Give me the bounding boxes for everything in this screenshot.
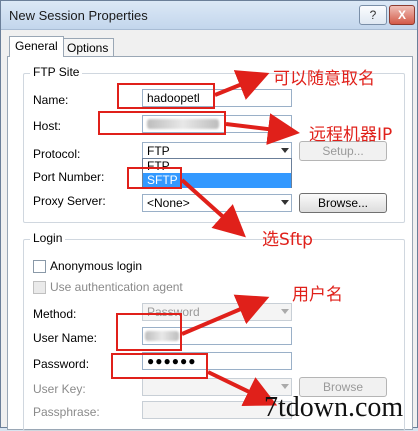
password-label: Password: — [33, 357, 90, 371]
chevron-down-icon — [281, 148, 289, 153]
name-label: Name: — [33, 93, 69, 107]
tab-general[interactable]: General — [9, 36, 64, 57]
protocol-select-value: FTP — [147, 144, 170, 158]
passphrase-label: Passphrase: — [33, 405, 100, 419]
sftp-highlight-box — [127, 167, 182, 189]
chevron-down-icon — [281, 384, 289, 389]
anonymous-label: Anonymous login — [50, 259, 143, 273]
window-title: New Session Properties — [9, 8, 148, 23]
use-agent-label: Use authentication agent — [50, 280, 183, 294]
protocol-note: 选Sftp — [262, 230, 313, 250]
ftp-site-legend: FTP Site — [30, 65, 83, 79]
host-highlight-box — [98, 111, 226, 135]
name-note: 可以随意取名 — [273, 69, 375, 89]
method-label: Method: — [33, 307, 77, 321]
chevron-down-icon — [281, 200, 289, 205]
password-highlight-box — [111, 353, 208, 379]
name-highlight-box — [117, 83, 215, 109]
anonymous-checkbox[interactable] — [33, 260, 46, 273]
login-legend: Login — [30, 231, 66, 245]
title-bar: New Session Properties ? X — [1, 1, 417, 30]
use-agent-checkbox[interactable] — [33, 281, 46, 294]
host-note: 远程机器IP — [309, 125, 393, 145]
help-button[interactable]: ? — [359, 5, 387, 25]
host-label: Host: — [33, 119, 62, 133]
port-label: Port Number: — [33, 170, 105, 184]
username-label: User Name: — [33, 331, 98, 345]
proxy-label: Proxy Server: — [33, 194, 106, 208]
close-button[interactable]: X — [389, 5, 415, 25]
chevron-down-icon — [281, 309, 289, 314]
proxy-select[interactable]: <None> — [142, 194, 292, 212]
proxy-select-value: <None> — [147, 196, 190, 210]
watermark: 7tdown.com — [264, 392, 404, 423]
protocol-label: Protocol: — [33, 147, 81, 161]
username-highlight-box — [116, 313, 182, 351]
username-note: 用户名 — [292, 285, 343, 305]
tab-options[interactable]: Options — [61, 38, 115, 57]
userkey-label: User Key: — [33, 382, 86, 396]
proxy-browse-button[interactable]: Browse... — [299, 193, 387, 213]
